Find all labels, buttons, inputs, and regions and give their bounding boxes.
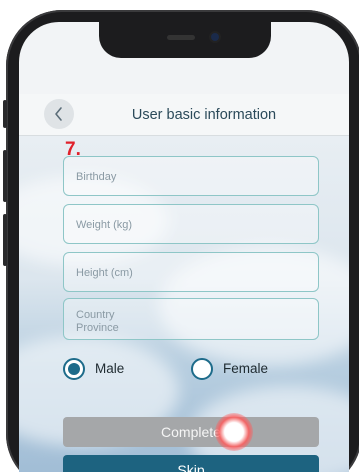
- male-radio[interactable]: [63, 358, 85, 380]
- country-placeholder: Country: [76, 309, 115, 321]
- phone-silent-switch: [3, 100, 7, 128]
- notch: [99, 22, 271, 58]
- height-field[interactable]: Height (cm): [63, 252, 319, 292]
- complete-button[interactable]: Complete: [63, 417, 319, 447]
- speaker-grille: [167, 35, 195, 40]
- front-camera: [211, 33, 219, 41]
- female-label[interactable]: Female: [223, 361, 268, 376]
- gender-selector: Male Female: [19, 358, 349, 388]
- female-radio[interactable]: [191, 358, 213, 380]
- province-placeholder: Province: [76, 322, 119, 334]
- form-content: 7. Birthday Weight (kg) Height (cm) Coun…: [19, 136, 349, 472]
- page-title: User basic information: [131, 107, 277, 123]
- phone-screen: User basic information 7. Birthday Weigh…: [19, 22, 349, 472]
- height-placeholder: Height (cm): [76, 267, 133, 279]
- app-header: User basic information: [19, 94, 349, 136]
- phone-volume-up-button: [3, 150, 7, 202]
- male-label[interactable]: Male: [95, 361, 124, 376]
- country-province-field[interactable]: Country Province: [63, 298, 319, 340]
- country-province-placeholder: Country Province: [76, 309, 119, 335]
- skip-button[interactable]: Skip: [63, 455, 319, 472]
- birthday-placeholder: Birthday: [76, 171, 117, 183]
- birthday-field[interactable]: Birthday: [63, 156, 319, 196]
- phone-volume-down-button: [3, 214, 7, 266]
- weight-placeholder: Weight (kg): [76, 219, 133, 231]
- tap-indicator: [215, 413, 253, 451]
- weight-field[interactable]: Weight (kg): [63, 204, 319, 244]
